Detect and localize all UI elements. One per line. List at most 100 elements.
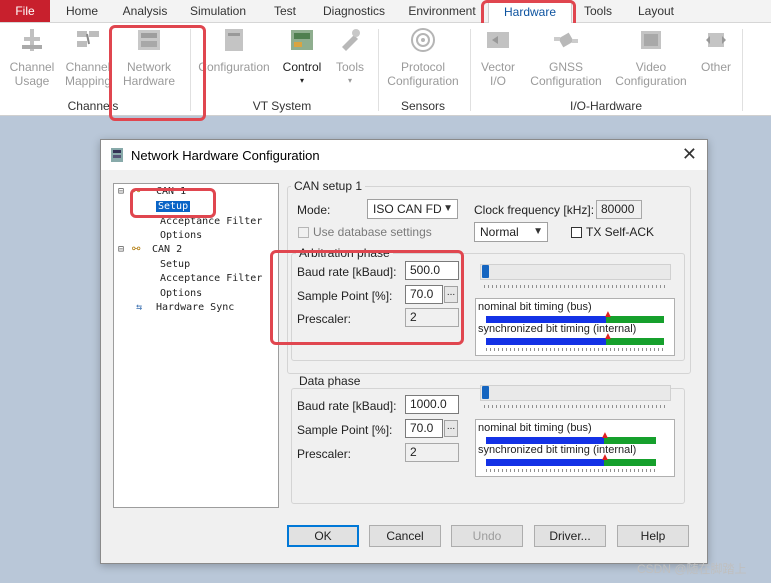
tree-item-can2[interactable]: CAN 2 [152, 244, 182, 255]
channel-mapping-button[interactable]: Channel Mapping [62, 27, 114, 91]
tab-home[interactable]: Home [58, 0, 106, 22]
data-sample-point-slider[interactable] [480, 385, 671, 401]
ribbon-separator [378, 29, 379, 111]
group-label-io-hardware: I/O-Hardware [569, 99, 643, 113]
arb-sync-blue-bar [486, 338, 606, 345]
arb-timing-ticks [486, 348, 664, 351]
group-label-vt-system: VT System [252, 99, 312, 113]
configuration-button[interactable]: Configuration [196, 27, 272, 91]
sample-point-marker-icon: ▲ [600, 430, 610, 441]
tree-item-hardware-sync[interactable]: Hardware Sync [156, 302, 234, 313]
data-timing-ticks [486, 469, 656, 472]
gnss-configuration-button[interactable]: GNSS Configuration [526, 27, 606, 91]
data-slider-thumb[interactable] [482, 386, 489, 399]
channel-usage-icon [22, 29, 42, 51]
group-label-sensors: Sensors [400, 99, 446, 113]
tree-item-can1-options[interactable]: Options [160, 230, 202, 241]
protocol-configuration-button[interactable]: Protocol Configuration [384, 27, 462, 91]
channel-tree[interactable]: ⊟ ⚯ CAN 1 Setup Acceptance Filter Option… [113, 183, 279, 508]
control-icon [291, 30, 313, 50]
can-setup-group-title: CAN setup 1 [291, 179, 366, 193]
use-database-checkbox[interactable] [298, 227, 309, 238]
tree-expander-icon[interactable]: ⊟ [118, 244, 124, 255]
network-hardware-icon [111, 148, 123, 162]
data-sync-timing-label: synchronized bit timing (internal) [478, 444, 637, 456]
use-database-label: Use database settings [313, 225, 432, 239]
other-button[interactable]: Other [696, 27, 736, 91]
tab-layout[interactable]: Layout [628, 0, 684, 22]
tree-item-can2-acceptance-filter[interactable]: Acceptance Filter [160, 273, 262, 284]
driver-button[interactable]: Driver... [534, 525, 606, 547]
tab-analysis[interactable]: Analysis [116, 0, 174, 22]
clock-frequency-field[interactable]: 80000 [596, 200, 642, 219]
watermark: CSDN @随在脚踏上 [637, 562, 747, 576]
channel-mapping-icon [77, 31, 99, 47]
sample-point-marker-icon: ▲ [603, 331, 613, 342]
protocol-configuration-icon [411, 28, 435, 52]
vector-io-icon [487, 32, 509, 48]
ribbon-separator [742, 29, 743, 111]
chevron-down-icon: ▾ [347, 76, 352, 85]
chevron-down-icon: ▼ [533, 226, 543, 237]
data-bit-timing-panel: nominal bit timing (bus) ▲ synchronized … [475, 419, 675, 477]
data-prescaler-field: 2 [405, 443, 459, 462]
arb-slider-thumb[interactable] [482, 265, 489, 278]
ribbon-separator [470, 29, 471, 111]
sync-icon: ⇆ [136, 302, 143, 313]
close-icon[interactable]: ✕ [682, 144, 697, 165]
control-button[interactable]: Control ▾ [278, 27, 326, 91]
data-sync-green-bar [604, 459, 656, 466]
data-nominal-timing-label: nominal bit timing (bus) [478, 422, 592, 434]
data-slider-ticks [484, 405, 667, 408]
help-button[interactable]: Help [617, 525, 689, 547]
tab-test[interactable]: Test [262, 0, 308, 22]
channel-usage-button[interactable]: Channel Usage [6, 27, 58, 91]
tools-button[interactable]: Tools ▾ [330, 27, 370, 91]
arb-nominal-green-bar [606, 316, 664, 323]
other-icon [706, 33, 726, 47]
data-phase-title: Data phase [296, 374, 364, 388]
arb-sync-green-bar [606, 338, 664, 345]
data-prescaler-label: Prescaler: [297, 447, 352, 461]
video-configuration-button[interactable]: Video Configuration [612, 27, 690, 91]
mode-label: Mode: [297, 203, 331, 217]
tab-tools[interactable]: Tools [578, 0, 618, 22]
data-sample-point-label: Sample Point [%]: [297, 423, 393, 437]
tx-self-ack-checkbox[interactable] [571, 227, 582, 238]
tab-diagnostics[interactable]: Diagnostics [316, 0, 392, 22]
tree-item-can2-setup[interactable]: Setup [160, 259, 190, 270]
tx-self-ack-label: TX Self-ACK [586, 225, 655, 239]
tab-environment[interactable]: Environment [402, 0, 482, 22]
normal-select[interactable]: Normal ▼ [474, 222, 548, 242]
sample-point-marker-icon: ▲ [600, 452, 610, 463]
dialog-title-bar: Network Hardware Configuration ✕ [101, 140, 707, 170]
cancel-button[interactable]: Cancel [369, 525, 441, 547]
tools-icon [342, 29, 360, 51]
arb-bit-timing-panel: nominal bit timing (bus) ▲ synchronized … [475, 298, 675, 356]
arb-nominal-blue-bar [486, 316, 606, 323]
video-configuration-icon [641, 31, 661, 49]
clock-frequency-label: Clock frequency [kHz]: [474, 203, 595, 217]
data-nominal-green-bar [604, 437, 656, 444]
undo-button[interactable]: Undo [451, 525, 523, 547]
data-sample-point-field[interactable]: 70.0 [405, 419, 443, 438]
arb-sample-point-slider[interactable] [480, 264, 671, 280]
vector-io-button[interactable]: Vector I/O [474, 27, 522, 91]
highlight-network-hardware [109, 25, 206, 121]
tree-item-can2-options[interactable]: Options [160, 288, 202, 299]
data-sync-blue-bar [486, 459, 604, 466]
dialog-title: Network Hardware Configuration [131, 148, 320, 163]
arb-slider-ticks [484, 285, 667, 288]
tree-expander-icon[interactable]: ⊟ [118, 186, 124, 197]
ok-button[interactable]: OK [287, 525, 359, 547]
highlight-arbitration-fields [270, 250, 464, 345]
tab-simulation[interactable]: Simulation [184, 0, 252, 22]
highlight-setup-item [130, 188, 216, 218]
ribbon-tab-bar: File Home Analysis Simulation Test Diagn… [0, 0, 771, 23]
mode-select[interactable]: ISO CAN FD ▼ [367, 199, 458, 219]
tab-file[interactable]: File [0, 0, 50, 22]
data-nominal-blue-bar [486, 437, 604, 444]
data-sample-point-browse-button[interactable]: ... [444, 420, 458, 437]
data-baud-rate-label: Baud rate [kBaud]: [297, 399, 397, 413]
data-baud-rate-field[interactable]: 1000.0 [405, 395, 459, 414]
